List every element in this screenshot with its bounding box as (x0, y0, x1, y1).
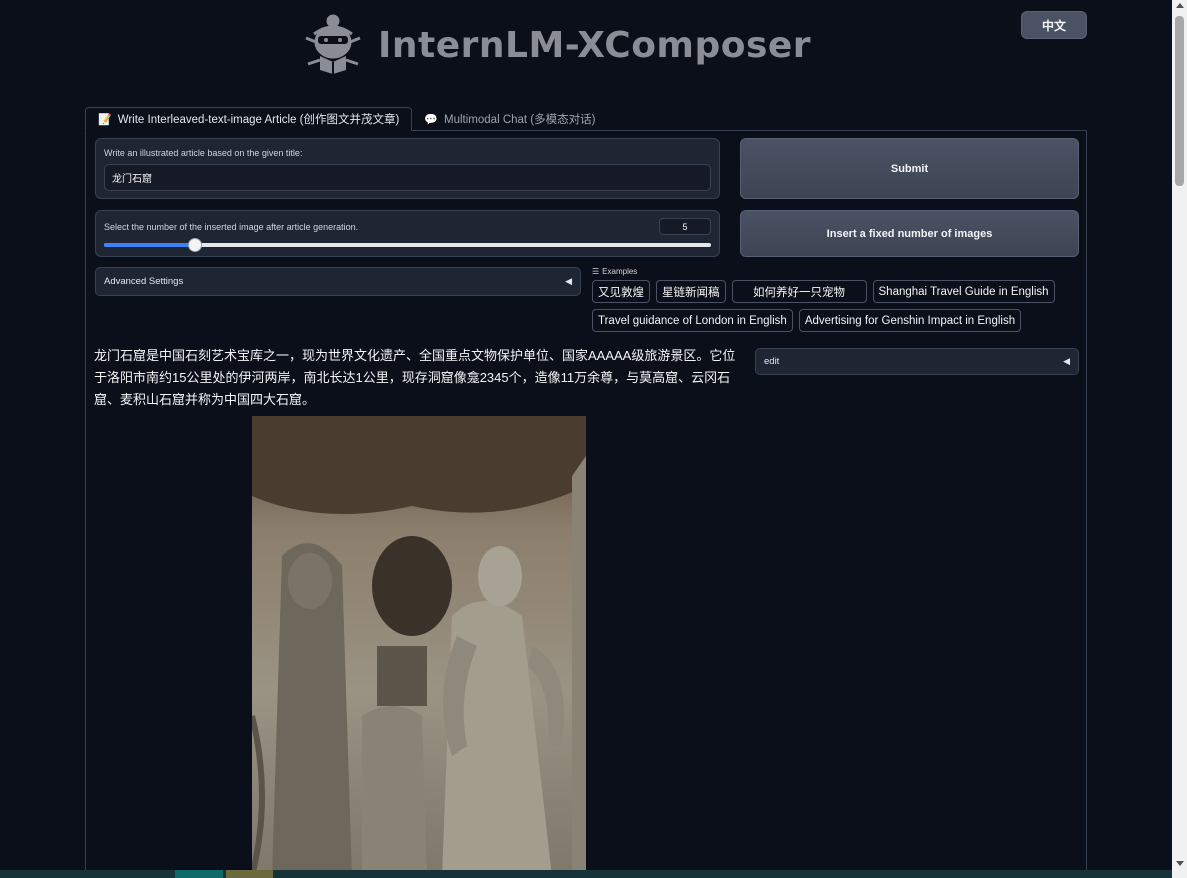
scholar-mascot-icon (305, 14, 361, 74)
edit-accordion[interactable]: edit ◀ (755, 348, 1079, 375)
slider-fill (104, 243, 196, 247)
article-paragraph: 龙门石窟是中国石刻艺术宝库之一，现为世界文化遗产、全国重点文物保护单位、国家AA… (94, 348, 736, 407)
slider-handle[interactable] (188, 238, 203, 252)
examples-section: ☰ Examples 又见敦煌 星链新闻稿 如何养好一只宠物 Shanghai … (592, 267, 1072, 332)
example-item[interactable]: Advertising for Genshin Impact in Englis… (798, 309, 1022, 332)
example-item[interactable]: 星链新闻稿 (656, 280, 726, 303)
bottom-strip-segment (175, 870, 223, 878)
image-count-block: Select the number of the inserted image … (95, 210, 720, 257)
title-input-label: Write an illustrated article based on th… (104, 148, 303, 158)
page-scrollbar[interactable] (1172, 0, 1187, 878)
image-count-label: Select the number of the inserted image … (104, 221, 359, 232)
list-icon: ☰ (592, 267, 600, 276)
tab-label: Write Interleaved-text-image Article (创作… (117, 114, 400, 126)
title-input[interactable] (104, 164, 711, 191)
submit-button[interactable]: Submit (740, 138, 1079, 199)
advanced-settings-label: Advanced Settings (104, 276, 184, 287)
insert-images-button[interactable]: Insert a fixed number of images (740, 210, 1079, 257)
tab-multimodal-chat[interactable]: 💬 Multimodal Chat (多模态对话) (412, 107, 607, 131)
app-title: InternLM-XComposer (378, 24, 812, 66)
tab-bar: 📝 Write Interleaved-text-image Article (… (85, 107, 607, 131)
example-item[interactable]: Travel guidance of London in English (592, 309, 793, 332)
title-input-block: Write an illustrated article based on th… (95, 138, 720, 199)
scroll-down-icon[interactable] (1176, 861, 1184, 866)
bottom-strip-segment (226, 870, 273, 878)
speech-bubble-icon: 💬 (424, 113, 439, 126)
example-item[interactable]: 如何养好一只宠物 (731, 280, 867, 303)
edit-label: edit (764, 356, 780, 367)
language-toggle-button[interactable]: 中文 (1021, 11, 1087, 39)
image-count-number-input[interactable]: 5 (659, 218, 711, 235)
bottom-strip (0, 870, 1172, 878)
caret-left-icon: ◀ (565, 276, 572, 286)
example-item[interactable]: Shanghai Travel Guide in English (872, 280, 1055, 303)
scroll-up-icon[interactable] (1176, 3, 1184, 8)
app-header: InternLM-XComposer (300, 10, 811, 80)
caret-left-icon: ◀ (1063, 356, 1070, 366)
tab-label: Multimodal Chat (多模态对话) (444, 114, 596, 126)
tab-write-article[interactable]: 📝 Write Interleaved-text-image Article (… (85, 107, 413, 131)
scrollbar-thumb[interactable] (1175, 16, 1184, 186)
image-count-slider[interactable] (104, 238, 711, 252)
memo-icon: 📝 (98, 113, 112, 126)
example-item[interactable]: 又见敦煌 (592, 280, 650, 303)
tab-panel: Write an illustrated article based on th… (85, 130, 1087, 878)
examples-label: Examples (602, 267, 638, 276)
advanced-settings-accordion[interactable]: Advanced Settings ◀ (95, 267, 581, 296)
article-image (252, 416, 586, 876)
